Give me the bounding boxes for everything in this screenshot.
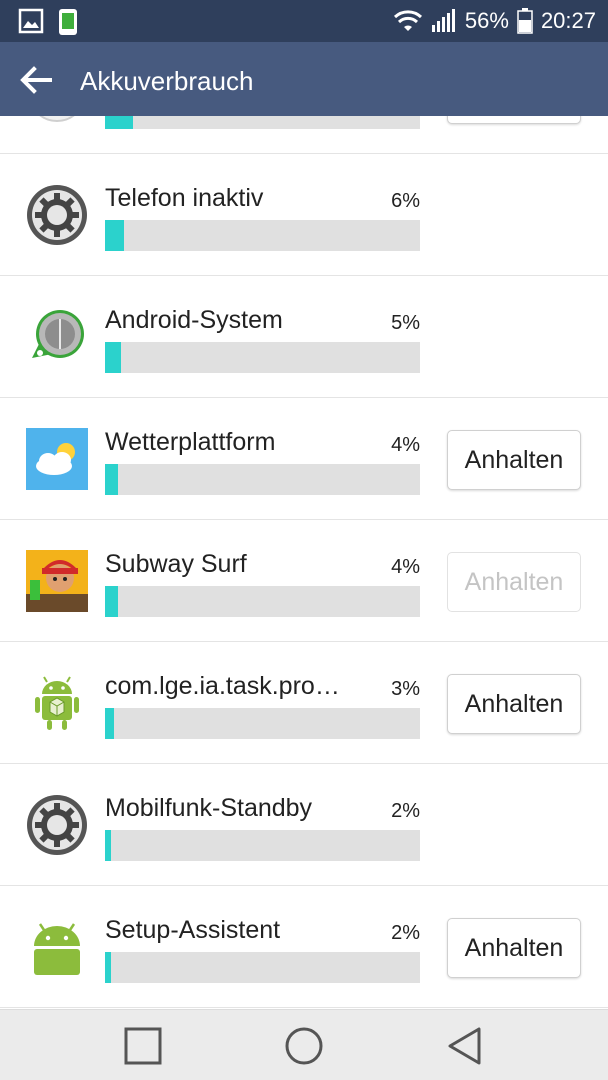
usage-bar [105, 464, 420, 495]
recents-button[interactable] [119, 1022, 167, 1070]
wifi-icon [393, 10, 422, 31]
home-button[interactable] [280, 1022, 328, 1070]
usage-bar [105, 708, 420, 739]
battery-icon [517, 8, 533, 34]
app-name: Telefon inaktiv [105, 184, 264, 212]
battery-percent: 56% [464, 8, 509, 33]
list-item[interactable]: Setup-Assistent 2% Anhalten [0, 886, 608, 1008]
list-item[interactable]: Android-System 5% [0, 276, 608, 398]
usage-bar-fill [105, 586, 118, 617]
usage-bar-fill [105, 830, 111, 861]
usage-percent: 5% [391, 312, 420, 334]
usage-bar-fill [105, 464, 118, 495]
clock: 20:27 [540, 8, 596, 33]
action-bar: Akkuverbrauch [0, 42, 608, 116]
nav-back-button[interactable] [441, 1022, 489, 1070]
usage-percent: 4% [391, 556, 420, 578]
usage-bar [105, 342, 420, 373]
stop-button[interactable] [447, 116, 581, 124]
stop-button[interactable]: Anhalten [447, 918, 581, 978]
list-item[interactable]: Telefon inaktiv 6% [0, 154, 608, 276]
android-icon [34, 923, 80, 975]
list-item-partial[interactable] [0, 116, 608, 154]
page-title: Akkuverbrauch [80, 66, 254, 96]
gear-icon [27, 795, 87, 855]
navigation-bar [0, 1009, 608, 1080]
app-name: Android-System [105, 306, 283, 334]
back-button[interactable] [14, 58, 58, 102]
app-icon [39, 116, 75, 122]
app-name: Wetterplattform [105, 428, 276, 456]
signal-icon [431, 9, 455, 32]
weather-icon [26, 428, 88, 490]
usage-percent: 6% [391, 190, 420, 212]
arrow-left-icon [20, 66, 52, 94]
square-icon [124, 1027, 162, 1065]
android-package-icon [35, 676, 79, 730]
usage-bar-fill [105, 342, 121, 373]
app-name: Mobilfunk-Standby [105, 794, 313, 822]
triangle-back-icon [448, 1027, 481, 1065]
usage-bar [105, 220, 420, 251]
usage-percent: 3% [391, 678, 420, 700]
usage-percent: 2% [391, 922, 420, 944]
phone-card-icon [59, 9, 77, 35]
usage-bar-fill [105, 708, 114, 739]
usage-bar [105, 830, 420, 861]
list-item[interactable]: Wetterplattform 4% Anhalten [0, 398, 608, 520]
gear-icon [27, 185, 87, 245]
list-item[interactable]: Mobilfunk-Standby 2% [0, 764, 608, 886]
gallery-icon [18, 8, 44, 34]
stop-button-disabled: Anhalten [447, 552, 581, 612]
android-system-icon [32, 310, 84, 358]
battery-usage-list[interactable]: Telefon inaktiv 6% Android-System 5% Wet… [0, 116, 608, 1009]
status-bar: 56% 20:27 [0, 0, 608, 42]
usage-bar [105, 116, 420, 129]
usage-bar-fill [105, 220, 124, 251]
usage-percent: 4% [391, 434, 420, 456]
app-name: Subway Surf [105, 550, 247, 578]
stop-button[interactable]: Anhalten [447, 430, 581, 490]
stop-button[interactable]: Anhalten [447, 674, 581, 734]
usage-bar [105, 586, 420, 617]
app-name: Setup-Assistent [105, 916, 281, 944]
app-name: com.lge.ia.task.pro… [105, 672, 340, 700]
usage-bar [105, 952, 420, 983]
circle-icon [285, 1027, 323, 1065]
usage-percent: 2% [391, 800, 420, 822]
list-item[interactable]: Subway Surf 4% Anhalten [0, 520, 608, 642]
usage-bar-fill [105, 116, 133, 129]
list-item[interactable]: com.lge.ia.task.pro… 3% Anhalten [0, 642, 608, 764]
subway-surf-icon [26, 550, 88, 612]
usage-bar-fill [105, 952, 111, 983]
